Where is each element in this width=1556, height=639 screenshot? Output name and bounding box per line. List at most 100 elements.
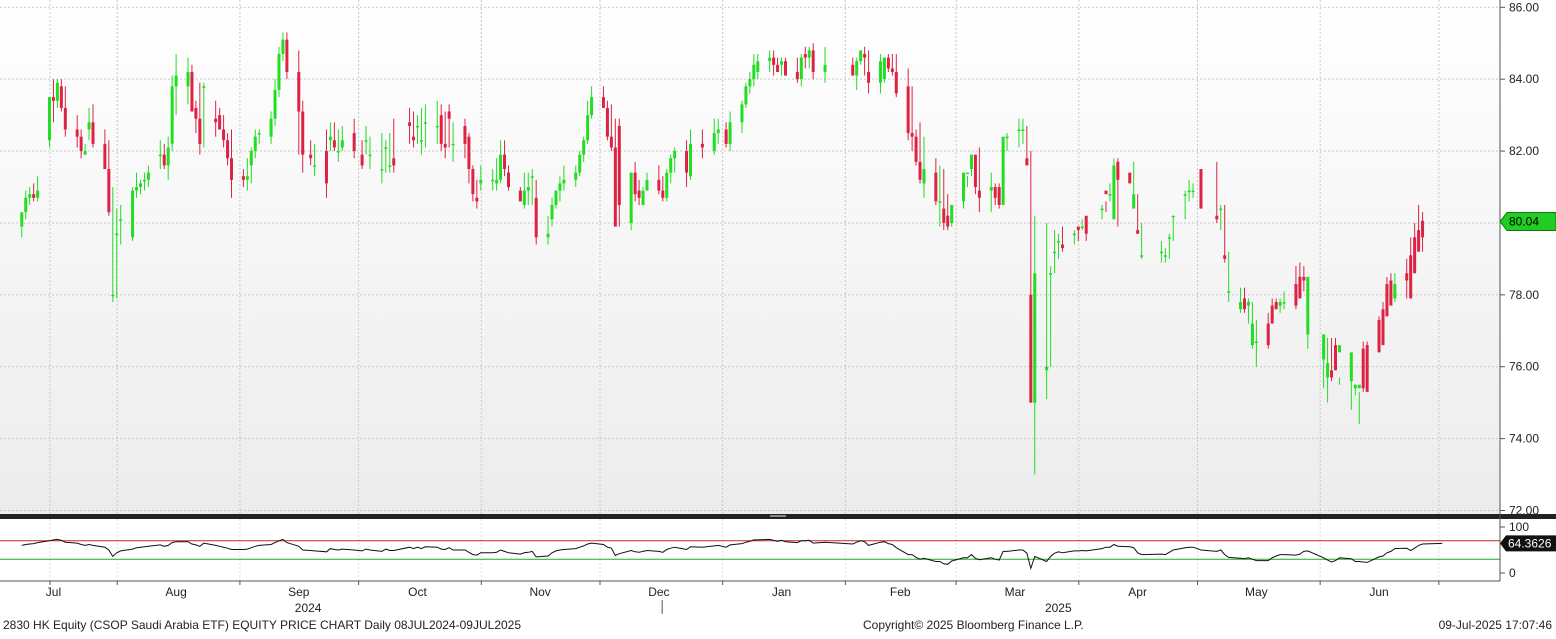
candle-body: [301, 111, 305, 155]
candle-body: [756, 61, 760, 72]
candle-body: [249, 151, 253, 166]
candle-body: [245, 176, 249, 180]
price-tick-label: 76.00: [1509, 360, 1539, 374]
candle-body: [119, 219, 123, 221]
candle-body: [313, 165, 317, 167]
candle-body: [1112, 165, 1116, 220]
candle-body: [491, 179, 495, 182]
candle-body: [202, 86, 206, 88]
candle-body: [1274, 302, 1278, 310]
candle-body: [1349, 352, 1353, 382]
candle-body: [1219, 208, 1223, 211]
candle-body: [309, 154, 313, 159]
candle-body: [934, 172, 938, 202]
candle-body: [443, 143, 447, 148]
candle-body: [700, 143, 704, 148]
candle-body: [823, 64, 827, 72]
candle-body: [47, 97, 51, 141]
candle-body: [582, 140, 586, 155]
candle-body: [142, 179, 146, 182]
candle-body: [724, 129, 728, 144]
candle-body: [1029, 294, 1033, 403]
candle-body: [91, 122, 95, 144]
candle-body: [886, 57, 890, 69]
candle-body: [1116, 161, 1120, 180]
candle-body: [138, 183, 142, 188]
candle-body: [451, 143, 455, 146]
candle-body: [340, 140, 344, 148]
candle-body: [479, 179, 483, 184]
price-tick-label: 86.00: [1509, 0, 1539, 14]
candle-body: [412, 136, 416, 141]
candle-body: [388, 165, 392, 167]
candle-body: [1306, 276, 1310, 335]
candle-body: [277, 54, 281, 90]
candle-body: [1242, 298, 1246, 310]
panel-divider-grip[interactable]: [770, 515, 786, 517]
candle-body: [328, 136, 332, 141]
candle-body: [946, 215, 950, 227]
candle-body: [1191, 190, 1195, 193]
candle-body: [922, 169, 926, 184]
month-label: Jan: [772, 585, 791, 599]
candle-body: [673, 151, 677, 159]
candle-body: [1060, 244, 1064, 249]
candle-body: [744, 86, 748, 105]
candle-body: [811, 50, 815, 72]
candle-body: [28, 194, 32, 198]
candle-body: [336, 151, 340, 153]
candle-body: [1163, 255, 1167, 257]
candle-body: [380, 169, 384, 171]
candle-body: [1132, 194, 1136, 209]
candle-body: [613, 147, 617, 227]
candle-body: [24, 197, 28, 213]
candle-body: [1215, 215, 1219, 220]
month-label: Oct: [408, 585, 427, 599]
candle-body: [661, 190, 665, 198]
candle-body: [906, 86, 910, 134]
candle-body: [87, 122, 91, 130]
candle-body: [1409, 255, 1413, 299]
candle-body: [1330, 370, 1334, 378]
candle-body: [776, 64, 780, 72]
candle-body: [1417, 230, 1421, 252]
candle-body: [75, 129, 79, 137]
candle-body: [546, 233, 550, 238]
candle-body: [467, 136, 471, 170]
candle-body: [1171, 215, 1175, 218]
candle-body: [859, 50, 863, 62]
candle-body: [914, 136, 918, 162]
candle-body: [1413, 237, 1417, 274]
candle-body: [550, 204, 554, 220]
candle-body: [83, 151, 87, 155]
candle-body: [780, 61, 784, 65]
candle-body: [1167, 237, 1171, 239]
candle-body: [1049, 273, 1053, 275]
candle-body: [590, 97, 594, 116]
candle-body: [685, 151, 689, 173]
candle-body: [1183, 194, 1187, 196]
candle-body: [918, 161, 922, 180]
candle-body: [475, 197, 479, 202]
candle-body: [297, 71, 301, 112]
candle-body: [641, 190, 645, 205]
year-label: 2024: [295, 601, 322, 615]
candle-body: [950, 204, 954, 223]
candle-body: [1053, 251, 1057, 254]
candle-body: [803, 54, 807, 58]
candle-body: [1227, 291, 1231, 293]
candle-body: [669, 158, 673, 173]
candle-body: [645, 179, 649, 191]
candle-body: [241, 176, 245, 180]
candle-body: [506, 172, 510, 188]
candle-body: [423, 122, 427, 124]
candle-body: [1017, 129, 1021, 131]
candle-body: [574, 172, 578, 180]
candle-body: [1298, 276, 1302, 299]
candle-body: [447, 111, 451, 119]
candle-body: [59, 86, 63, 108]
candle-body: [752, 64, 756, 80]
candle-body: [1021, 129, 1025, 131]
candle-body: [530, 176, 534, 178]
candle-body: [170, 86, 174, 144]
